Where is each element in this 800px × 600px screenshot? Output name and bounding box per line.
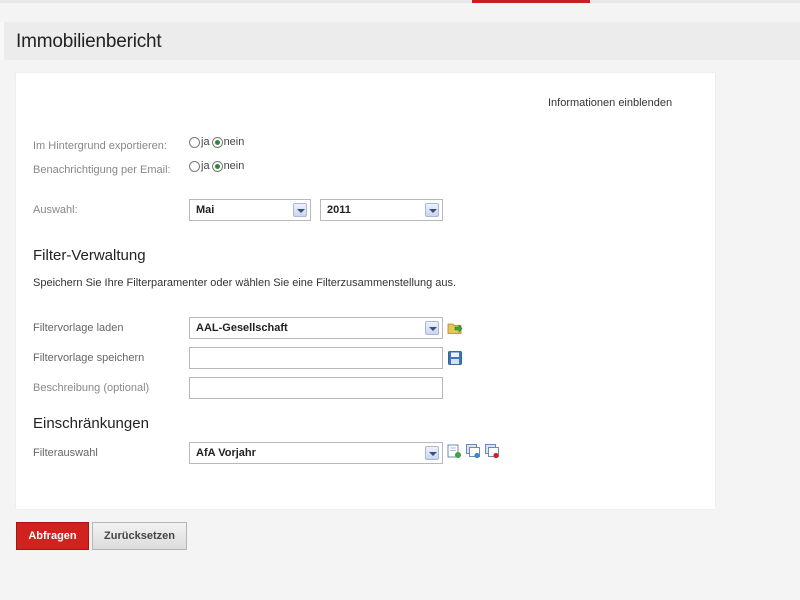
email-notification-label: Benachrichtigung per Email: xyxy=(33,164,171,176)
filter-management-heading: Filter-Verwaltung xyxy=(33,247,146,264)
filter-selection-label: Filterauswahl xyxy=(33,447,98,459)
page-title: Immobilienbericht xyxy=(16,31,162,52)
save-disk-icon[interactable] xyxy=(447,350,463,366)
title-divider xyxy=(0,22,4,60)
month-select-value: Mai xyxy=(196,204,215,216)
email-notification-radio-group: ja nein xyxy=(189,160,246,172)
query-button[interactable]: Abfragen xyxy=(16,522,89,550)
edit-filter-icon[interactable] xyxy=(465,443,481,459)
export-background-radio-group: ja nein xyxy=(189,136,246,148)
email-notification-yes-radio[interactable] xyxy=(189,160,200,172)
save-filter-label: Filtervorlage speichern xyxy=(33,352,145,364)
load-filter-label: Filtervorlage laden xyxy=(33,322,124,334)
description-input[interactable] xyxy=(189,377,443,399)
filter-selection-value: AfA Vorjahr xyxy=(196,447,256,459)
selection-label: Auswahl: xyxy=(33,204,78,216)
load-folder-icon[interactable] xyxy=(447,320,463,336)
year-select[interactable]: 2011 xyxy=(320,199,443,221)
export-background-yes-label: ja xyxy=(201,136,210,148)
chevron-down-icon[interactable] xyxy=(293,203,307,217)
year-select-value: 2011 xyxy=(327,204,351,216)
save-filter-input[interactable] xyxy=(189,347,443,369)
load-filter-value: AAL-Gesellschaft xyxy=(196,322,288,334)
add-filter-icon[interactable] xyxy=(446,443,462,459)
filter-management-description: Speichern Sie Ihre Filterparamenter oder… xyxy=(33,277,457,289)
delete-filter-icon[interactable] xyxy=(484,443,500,459)
email-notification-no-label: nein xyxy=(223,160,245,172)
export-background-no-radio[interactable] xyxy=(211,136,223,148)
export-background-label: Im Hintergrund exportieren: xyxy=(33,140,167,152)
chevron-down-icon[interactable] xyxy=(425,203,439,217)
description-label: Beschreibung (optional) xyxy=(33,382,150,394)
top-bar xyxy=(0,0,800,3)
filter-selection-select[interactable]: AfA Vorjahr xyxy=(189,442,443,464)
chevron-down-icon[interactable] xyxy=(425,446,439,460)
email-notification-no-radio[interactable] xyxy=(211,160,223,172)
report-panel: Informationen einblenden Im Hintergrund … xyxy=(16,73,715,509)
show-info-link[interactable]: Informationen einblenden xyxy=(548,97,672,109)
restrictions-heading: Einschränkungen xyxy=(33,415,149,432)
export-background-no-label: nein xyxy=(223,136,245,148)
email-notification-yes-label: ja xyxy=(201,160,210,172)
reset-button[interactable]: Zurücksetzen xyxy=(92,522,187,550)
chevron-down-icon[interactable] xyxy=(425,321,439,335)
load-filter-select[interactable]: AAL-Gesellschaft xyxy=(189,317,443,339)
export-background-yes-radio[interactable] xyxy=(189,136,200,148)
month-select[interactable]: Mai xyxy=(189,199,311,221)
active-nav-indicator xyxy=(472,0,590,3)
